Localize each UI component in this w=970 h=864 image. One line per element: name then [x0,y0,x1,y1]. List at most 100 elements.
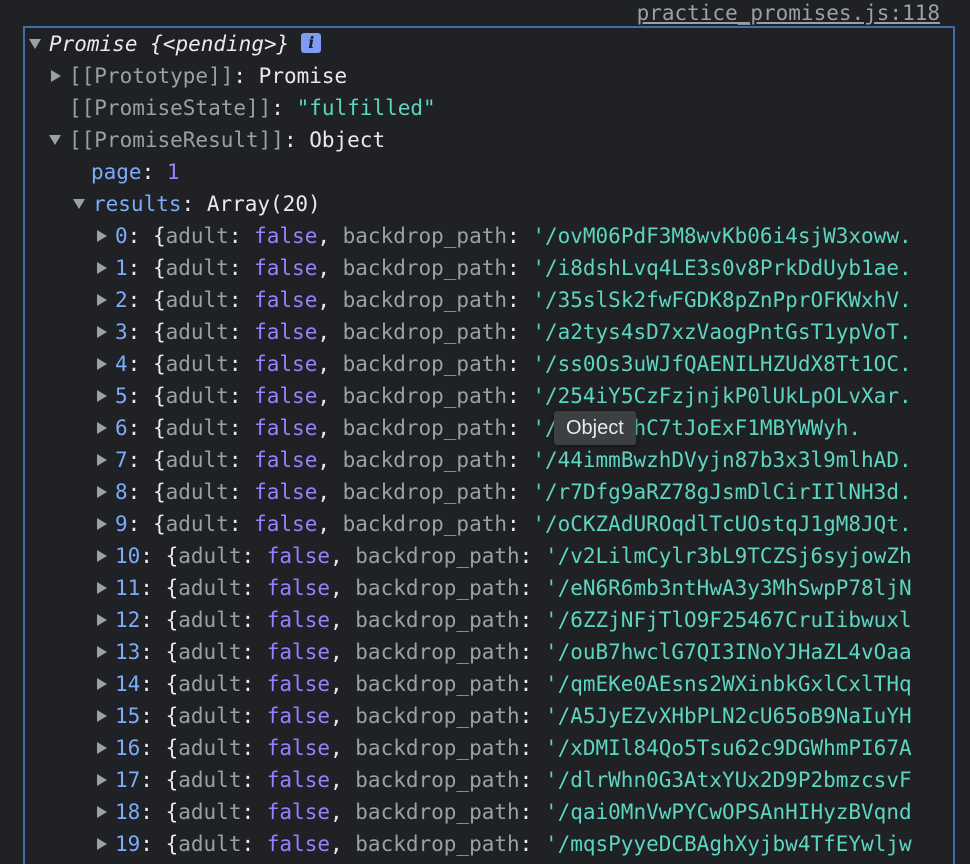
result-row[interactable]: 13: {adult: false, backdrop_path: '/ouB7… [97,636,912,668]
adult-value: false [254,352,318,376]
promise-result-value: Object [309,128,386,152]
result-row-index: 19 [115,832,141,856]
backdrop-path-value: '/dlrWhn0G3AtxYUx2D9P2bmzcsvF [544,768,912,792]
backdrop-path-key: backdrop_path [342,224,508,248]
backdrop-path-key: backdrop_path [342,320,508,344]
result-row[interactable]: 1: {adult: false, backdrop_path: '/i8dsh… [97,252,912,284]
triangle-right-icon[interactable] [97,678,107,690]
triangle-right-icon[interactable] [97,582,107,594]
page-row: page: 1 [91,160,180,184]
triangle-right-icon[interactable] [97,806,107,818]
adult-value: false [254,416,318,440]
triangle-right-icon[interactable] [97,742,107,754]
result-row[interactable]: 16: {adult: false, backdrop_path: '/xDMI… [97,732,912,764]
backdrop-path-value: '/ouB7hwclG7QI3INoYJHaZL4vOaa [544,640,912,664]
result-row[interactable]: 9: {adult: false, backdrop_path: '/oCKZA… [97,508,912,540]
adult-key: adult [165,512,229,536]
backdrop-path-value: '/qai0MnVwPYCwOPSAnHIHyzBVqnd [544,800,912,824]
adult-value: false [254,512,318,536]
adult-value: false [266,704,330,728]
triangle-right-icon[interactable] [97,422,107,434]
result-row[interactable]: 4: {adult: false, backdrop_path: '/ss0Os… [97,348,912,380]
promise-result-key: [[PromiseResult]] [69,128,284,152]
result-row-index: 10 [115,544,141,568]
promise-state-value: "fulfilled" [296,96,436,120]
triangle-right-icon[interactable] [97,294,107,306]
triangle-right-icon[interactable] [97,518,107,530]
triangle-right-icon[interactable] [97,646,107,658]
triangle-right-icon[interactable] [97,486,107,498]
result-row[interactable]: 2: {adult: false, backdrop_path: '/35slS… [97,284,912,316]
backdrop-path-key: backdrop_path [342,256,508,280]
result-row[interactable]: 7: {adult: false, backdrop_path: '/44imm… [97,444,912,476]
result-row[interactable]: 8: {adult: false, backdrop_path: '/r7Dfg… [97,476,912,508]
backdrop-path-value: '/qmEKe0AEsns2WXinbkGxlCxlTHq [544,672,912,696]
promise-header[interactable]: Promise {<pending>} i [29,28,322,60]
result-row[interactable]: 11: {adult: false, backdrop_path: '/eN6R… [97,572,912,604]
adult-value: false [254,224,318,248]
result-row-index: 18 [115,800,141,824]
adult-key: adult [178,576,242,600]
open-brace: { [165,576,179,600]
page-value: 1 [166,160,180,184]
triangle-down-icon[interactable] [49,135,61,145]
promise-state-summary: {<pending>} [150,32,290,56]
result-row[interactable]: 17: {adult: false, backdrop_path: '/dlrW… [97,764,912,796]
backdrop-path-value: '/a2tys4sD7xzVaogPntGsT1ypVoT. [532,320,912,344]
backdrop-path-value: '/eN6R6mb3ntHwA3y3MhSwpP78ljN [544,576,912,600]
open-brace: { [152,384,166,408]
promise-result-row[interactable]: [[PromiseResult]]: Object [49,124,385,156]
triangle-right-icon[interactable] [97,614,107,626]
open-brace: { [152,512,166,536]
backdrop-path-key: backdrop_path [342,384,508,408]
triangle-down-icon[interactable] [73,199,85,209]
open-brace: { [165,544,179,568]
backdrop-path-value: '/v2LilmCylr3bL9TCZSj6syjowZh [544,544,912,568]
result-row[interactable]: 5: {adult: false, backdrop_path: '/254iY… [97,380,912,412]
adult-value: false [266,672,330,696]
adult-value: false [266,800,330,824]
source-location-link[interactable]: practice_promises.js:118 [637,0,940,28]
prototype-row[interactable]: [[Prototype]]: Promise [51,60,347,92]
result-row[interactable]: 14: {adult: false, backdrop_path: '/qmEK… [97,668,912,700]
adult-value: false [266,832,330,856]
open-brace: { [152,256,166,280]
open-brace: { [165,800,179,824]
triangle-right-icon[interactable] [97,390,107,402]
adult-value: false [254,320,318,344]
adult-key: adult [165,320,229,344]
result-row[interactable]: 6: {adult: false, backdrop_path: '/ 0b7d… [97,412,861,444]
backdrop-path-key: backdrop_path [355,704,520,728]
triangle-right-icon[interactable] [97,838,107,850]
result-row[interactable]: 3: {adult: false, backdrop_path: '/a2tys… [97,316,912,348]
result-row[interactable]: 0: {adult: false, backdrop_path: '/ovM06… [97,220,912,252]
result-row[interactable]: 12: {adult: false, backdrop_path: '/6ZZj… [97,604,912,636]
triangle-right-icon[interactable] [97,262,107,274]
triangle-right-icon[interactable] [97,326,107,338]
triangle-right-icon[interactable] [97,550,107,562]
adult-value: false [254,480,318,504]
triangle-down-icon[interactable] [29,39,41,49]
triangle-right-icon[interactable] [97,454,107,466]
triangle-right-icon[interactable] [97,774,107,786]
result-row[interactable]: 15: {adult: false, backdrop_path: '/A5Jy… [97,700,912,732]
triangle-right-icon[interactable] [97,230,107,242]
info-icon[interactable]: i [301,33,322,53]
adult-key: adult [178,608,242,632]
triangle-right-icon[interactable] [97,710,107,722]
open-brace: { [165,672,179,696]
result-row-index: 9 [115,512,128,536]
result-row[interactable]: 10: {adult: false, backdrop_path: '/v2Li… [97,540,912,572]
backdrop-path-key: backdrop_path [342,416,508,440]
backdrop-path-value: '/35slSk2fwFGDK8pZnPprOFKWxhV. [532,288,912,312]
backdrop-path-key: backdrop_path [342,480,508,504]
adult-value: false [266,768,330,792]
triangle-right-icon[interactable] [51,70,61,82]
result-row[interactable]: 19: {adult: false, backdrop_path: '/mqsP… [97,828,912,860]
adult-value: false [266,736,330,760]
backdrop-path-key: backdrop_path [355,544,520,568]
triangle-right-icon[interactable] [97,358,107,370]
backdrop-path-value: '/A5JyEZvXHbPLN2cU65oB9NaIuYH [544,704,912,728]
results-row[interactable]: results: Array(20) [73,188,321,220]
result-row[interactable]: 18: {adult: false, backdrop_path: '/qai0… [97,796,912,828]
